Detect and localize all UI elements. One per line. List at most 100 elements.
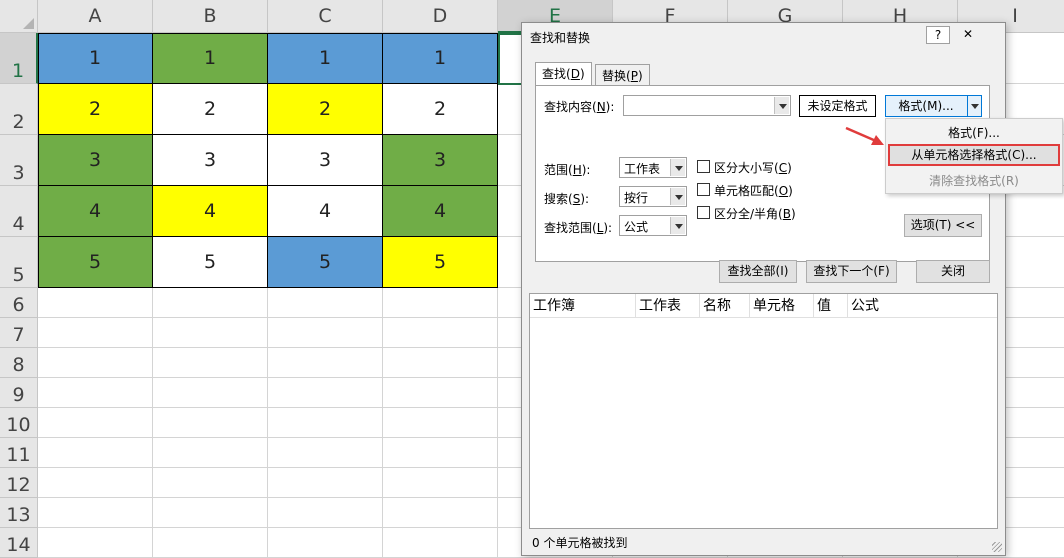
close-button[interactable]: 关闭	[916, 260, 990, 283]
column-header-d[interactable]: D	[383, 0, 498, 33]
row-header-13[interactable]: 13	[0, 498, 38, 528]
format-split-button[interactable]: 格式(M)...	[885, 95, 982, 117]
column-header-a[interactable]: A	[38, 0, 153, 33]
cell-a1[interactable]: 1	[38, 33, 153, 84]
grid-cell[interactable]	[268, 288, 383, 318]
scope-select[interactable]: 工作表	[619, 157, 687, 178]
cell-d4[interactable]: 4	[383, 186, 498, 237]
chevron-down-icon[interactable]	[774, 97, 789, 114]
grid-cell[interactable]	[153, 408, 268, 438]
options-button[interactable]: 选项(T) <<	[904, 214, 982, 237]
resize-grip-icon[interactable]	[992, 542, 1002, 552]
cell-c1[interactable]: 1	[268, 33, 383, 84]
find-next-button[interactable]: 查找下一个(F)	[806, 260, 897, 283]
cell-b2[interactable]: 2	[153, 84, 268, 135]
match-width-checkbox[interactable]	[697, 206, 710, 219]
chevron-down-icon[interactable]	[670, 188, 685, 205]
column-header-c[interactable]: C	[268, 0, 383, 33]
tab-replace[interactable]: 替换(P)	[595, 64, 650, 85]
row-header-6[interactable]: 6	[0, 288, 38, 318]
grid-cell[interactable]	[153, 468, 268, 498]
grid-cell[interactable]	[153, 348, 268, 378]
cell-a5[interactable]: 5	[38, 237, 153, 288]
grid-cell[interactable]	[383, 318, 498, 348]
chevron-down-icon[interactable]	[670, 217, 685, 234]
grid-cell[interactable]	[38, 288, 153, 318]
tab-find[interactable]: 查找(D)	[535, 62, 592, 86]
cell-d2[interactable]: 2	[383, 84, 498, 135]
cell-c2[interactable]: 2	[268, 84, 383, 135]
menu-item-choose-format-from-cell[interactable]: 从单元格选择格式(C)...	[888, 144, 1060, 166]
cell-b1[interactable]: 1	[153, 33, 268, 84]
row-header-2[interactable]: 2	[0, 84, 38, 135]
cell-b5[interactable]: 5	[153, 237, 268, 288]
grid-cell[interactable]	[38, 468, 153, 498]
search-select[interactable]: 按行	[619, 186, 687, 207]
row-header-4[interactable]: 4	[0, 186, 38, 237]
grid-cell[interactable]	[38, 528, 153, 558]
cell-d3[interactable]: 3	[383, 135, 498, 186]
help-button[interactable]: ?	[926, 26, 950, 44]
grid-cell[interactable]	[38, 318, 153, 348]
grid-cell[interactable]	[38, 348, 153, 378]
row-header-14[interactable]: 14	[0, 528, 38, 558]
grid-cell[interactable]	[383, 378, 498, 408]
results-col-value[interactable]: 值	[814, 294, 848, 318]
grid-cell[interactable]	[153, 318, 268, 348]
row-header-7[interactable]: 7	[0, 318, 38, 348]
grid-cell[interactable]	[38, 498, 153, 528]
grid-cell[interactable]	[38, 408, 153, 438]
match-case-checkbox[interactable]	[697, 160, 710, 173]
row-header-1[interactable]: 1	[0, 33, 38, 84]
format-button[interactable]: 格式(M)...	[886, 96, 966, 116]
cell-a4[interactable]: 4	[38, 186, 153, 237]
cell-d5[interactable]: 5	[383, 237, 498, 288]
results-col-name[interactable]: 名称	[700, 294, 750, 318]
menu-item-format[interactable]: 格式(F)...	[886, 122, 1062, 144]
cell-d1[interactable]: 1	[383, 33, 498, 84]
cell-c5[interactable]: 5	[268, 237, 383, 288]
row-header-12[interactable]: 12	[0, 468, 38, 498]
results-col-workbook[interactable]: 工作簿	[530, 294, 636, 318]
row-header-8[interactable]: 8	[0, 348, 38, 378]
grid-cell[interactable]	[38, 378, 153, 408]
results-col-cell[interactable]: 单元格	[750, 294, 814, 318]
grid-cell[interactable]	[383, 498, 498, 528]
grid-cell[interactable]	[268, 378, 383, 408]
results-col-formula[interactable]: 公式	[848, 294, 997, 318]
grid-cell[interactable]	[38, 438, 153, 468]
grid-cell[interactable]	[153, 528, 268, 558]
column-header-b[interactable]: B	[153, 0, 268, 33]
row-header-9[interactable]: 9	[0, 378, 38, 408]
cell-c3[interactable]: 3	[268, 135, 383, 186]
grid-cell[interactable]	[153, 288, 268, 318]
find-what-input[interactable]	[623, 95, 791, 116]
grid-cell[interactable]	[383, 288, 498, 318]
grid-cell[interactable]	[383, 408, 498, 438]
cell-b4[interactable]: 4	[153, 186, 268, 237]
row-header-11[interactable]: 11	[0, 438, 38, 468]
row-header-10[interactable]: 10	[0, 408, 38, 438]
chevron-down-icon[interactable]	[967, 96, 981, 116]
look-in-select[interactable]: 公式	[619, 215, 687, 236]
cell-a2[interactable]: 2	[38, 84, 153, 135]
grid-cell[interactable]	[268, 348, 383, 378]
cell-a3[interactable]: 3	[38, 135, 153, 186]
cell-c4[interactable]: 4	[268, 186, 383, 237]
select-all-corner[interactable]	[0, 0, 38, 33]
results-list[interactable]: 工作簿 工作表 名称 单元格 值 公式	[529, 293, 998, 529]
close-icon[interactable]: ✕	[956, 26, 980, 44]
results-col-sheet[interactable]: 工作表	[636, 294, 700, 318]
chevron-down-icon[interactable]	[670, 159, 685, 176]
grid-cell[interactable]	[268, 528, 383, 558]
grid-cell[interactable]	[153, 378, 268, 408]
grid-cell[interactable]	[383, 438, 498, 468]
row-header-5[interactable]: 5	[0, 237, 38, 288]
match-cell-checkbox[interactable]	[697, 183, 710, 196]
row-header-3[interactable]: 3	[0, 135, 38, 186]
grid-cell[interactable]	[383, 348, 498, 378]
find-all-button[interactable]: 查找全部(I)	[719, 260, 797, 283]
grid-cell[interactable]	[153, 438, 268, 468]
grid-cell[interactable]	[268, 318, 383, 348]
grid-cell[interactable]	[268, 408, 383, 438]
